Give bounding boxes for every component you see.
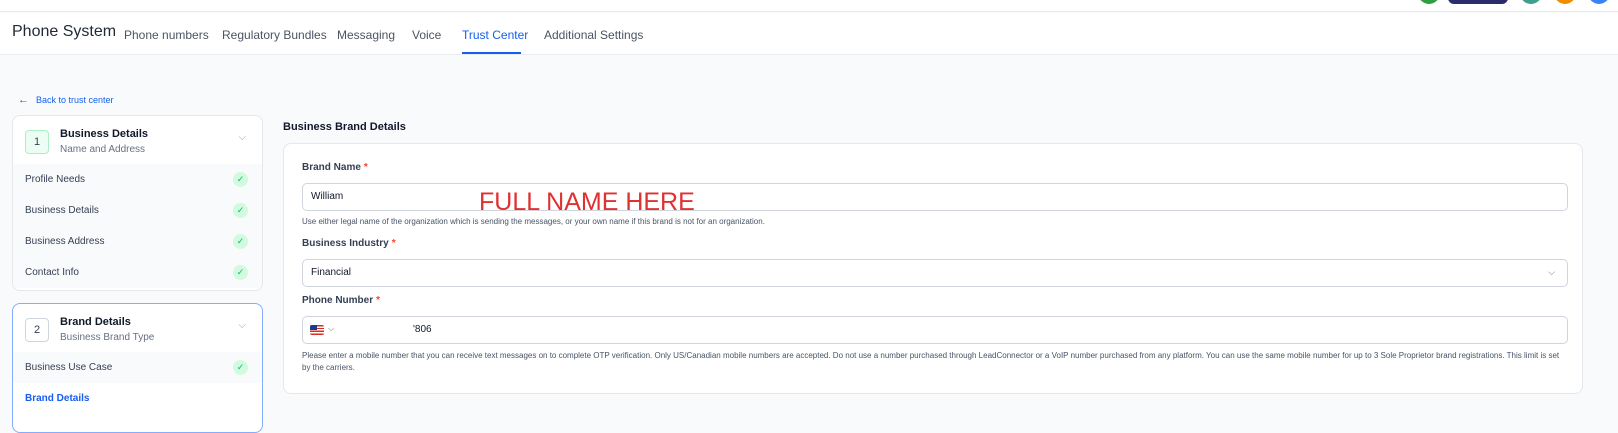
step-number-badge: 1 [25, 130, 49, 154]
step-subtitle: Business Brand Type [60, 332, 155, 343]
back-link-label: Back to trust center [36, 95, 114, 105]
step-item-business-use-case[interactable]: Business Use Case ✓ [13, 352, 262, 383]
check-circle-icon: ✓ [233, 234, 248, 249]
top-navbar: Phone System Phone numbers Regulatory Bu… [0, 13, 1618, 55]
step-item-business-details[interactable]: Business Details ✓ [13, 195, 262, 226]
step-header[interactable]: 2 Brand Details Business Brand Type ⌵ [13, 304, 262, 352]
step-item-label: Business Details [25, 205, 99, 216]
check-circle-icon: ✓ [233, 172, 248, 187]
chevron-down-icon: ⌵ [1548, 267, 1555, 277]
step-item-contact-info[interactable]: Contact Info ✓ [13, 257, 262, 288]
step-subtitle: Name and Address [60, 144, 146, 155]
avatar[interactable] [1520, 0, 1542, 4]
avatar[interactable] [1554, 0, 1576, 4]
step-item-label: Contact Info [25, 267, 79, 278]
required-mark: * [376, 295, 381, 306]
step-title: Business Details [60, 128, 149, 140]
chevron-down-icon[interactable]: ⌵ [328, 324, 334, 334]
phone-number-help-text: Please enter a mobile number that you ca… [302, 351, 1560, 372]
phone-number-input[interactable]: ⌵ '806 [302, 316, 1568, 344]
tab-phone-numbers[interactable]: Phone numbers [124, 28, 209, 42]
step-title: Brand Details [60, 316, 131, 328]
chevron-down-icon[interactable]: ⌵ [238, 320, 246, 331]
app-title: Phone System [12, 23, 117, 40]
check-circle-icon: ✓ [233, 360, 248, 375]
step-item-label: Profile Needs [25, 174, 86, 185]
required-mark: * [391, 238, 396, 249]
step-item-business-address[interactable]: Business Address ✓ [13, 226, 262, 257]
tab-regulatory-bundles[interactable]: Regulatory Bundles [222, 28, 327, 42]
brand-details-form: Brand Name * William Use either legal nam… [283, 143, 1583, 394]
phone-number-label-text: Phone Number [302, 295, 374, 306]
phone-number-label: Phone Number * [302, 295, 380, 306]
arrow-left-icon: ← [18, 94, 29, 106]
avatar[interactable] [1588, 0, 1610, 4]
chevron-down-icon[interactable]: ⌵ [238, 132, 246, 143]
step-header[interactable]: 1 Business Details Name and Address ⌵ [13, 116, 262, 164]
tab-messaging[interactable]: Messaging [337, 28, 395, 42]
tab-additional-settings[interactable]: Additional Settings [544, 28, 643, 42]
step-item-list: Profile Needs ✓ Business Details ✓ Busin… [13, 164, 262, 288]
back-to-trust-center-link[interactable]: ← Back to trust center [18, 94, 114, 106]
step-card-business-details: 1 Business Details Name and Address ⌵ Pr… [12, 115, 263, 291]
avatar[interactable] [1448, 0, 1508, 4]
step-item-list: Business Use Case ✓ Brand Details [13, 352, 262, 414]
brand-name-label: Brand Name * [302, 162, 368, 173]
phone-number-value: '806 [413, 324, 432, 335]
step-item-label: Brand Details [25, 393, 90, 404]
tab-trust-center[interactable]: Trust Center [462, 28, 528, 42]
business-industry-label: Business Industry * [302, 238, 396, 249]
check-circle-icon: ✓ [233, 265, 248, 280]
business-industry-select[interactable]: Financial ⌵ [302, 259, 1568, 287]
required-mark: * [363, 162, 368, 173]
step-card-brand-details: 2 Brand Details Business Brand Type ⌵ Bu… [12, 303, 263, 433]
step-item-label: Business Address [25, 236, 105, 247]
full-name-annotation: FULL NAME HERE [479, 188, 695, 216]
section-title: Business Brand Details [283, 121, 406, 133]
brand-name-help-text: Use either legal name of the organizatio… [302, 217, 765, 226]
check-circle-icon: ✓ [233, 203, 248, 218]
step-item-profile-needs[interactable]: Profile Needs ✓ [13, 164, 262, 195]
tab-voice[interactable]: Voice [412, 28, 441, 42]
brand-name-value: William [311, 191, 344, 202]
brand-name-label-text: Brand Name [302, 162, 361, 173]
top-strip [0, 0, 1618, 12]
us-flag-icon[interactable] [310, 325, 324, 335]
business-industry-value: Financial [311, 267, 352, 278]
step-number-badge: 2 [25, 318, 49, 342]
avatar[interactable] [1418, 0, 1440, 4]
business-industry-label-text: Business Industry [302, 238, 389, 249]
step-item-label: Business Use Case [25, 362, 113, 373]
active-tab-indicator [462, 52, 521, 54]
step-item-brand-details[interactable]: Brand Details [13, 383, 262, 414]
